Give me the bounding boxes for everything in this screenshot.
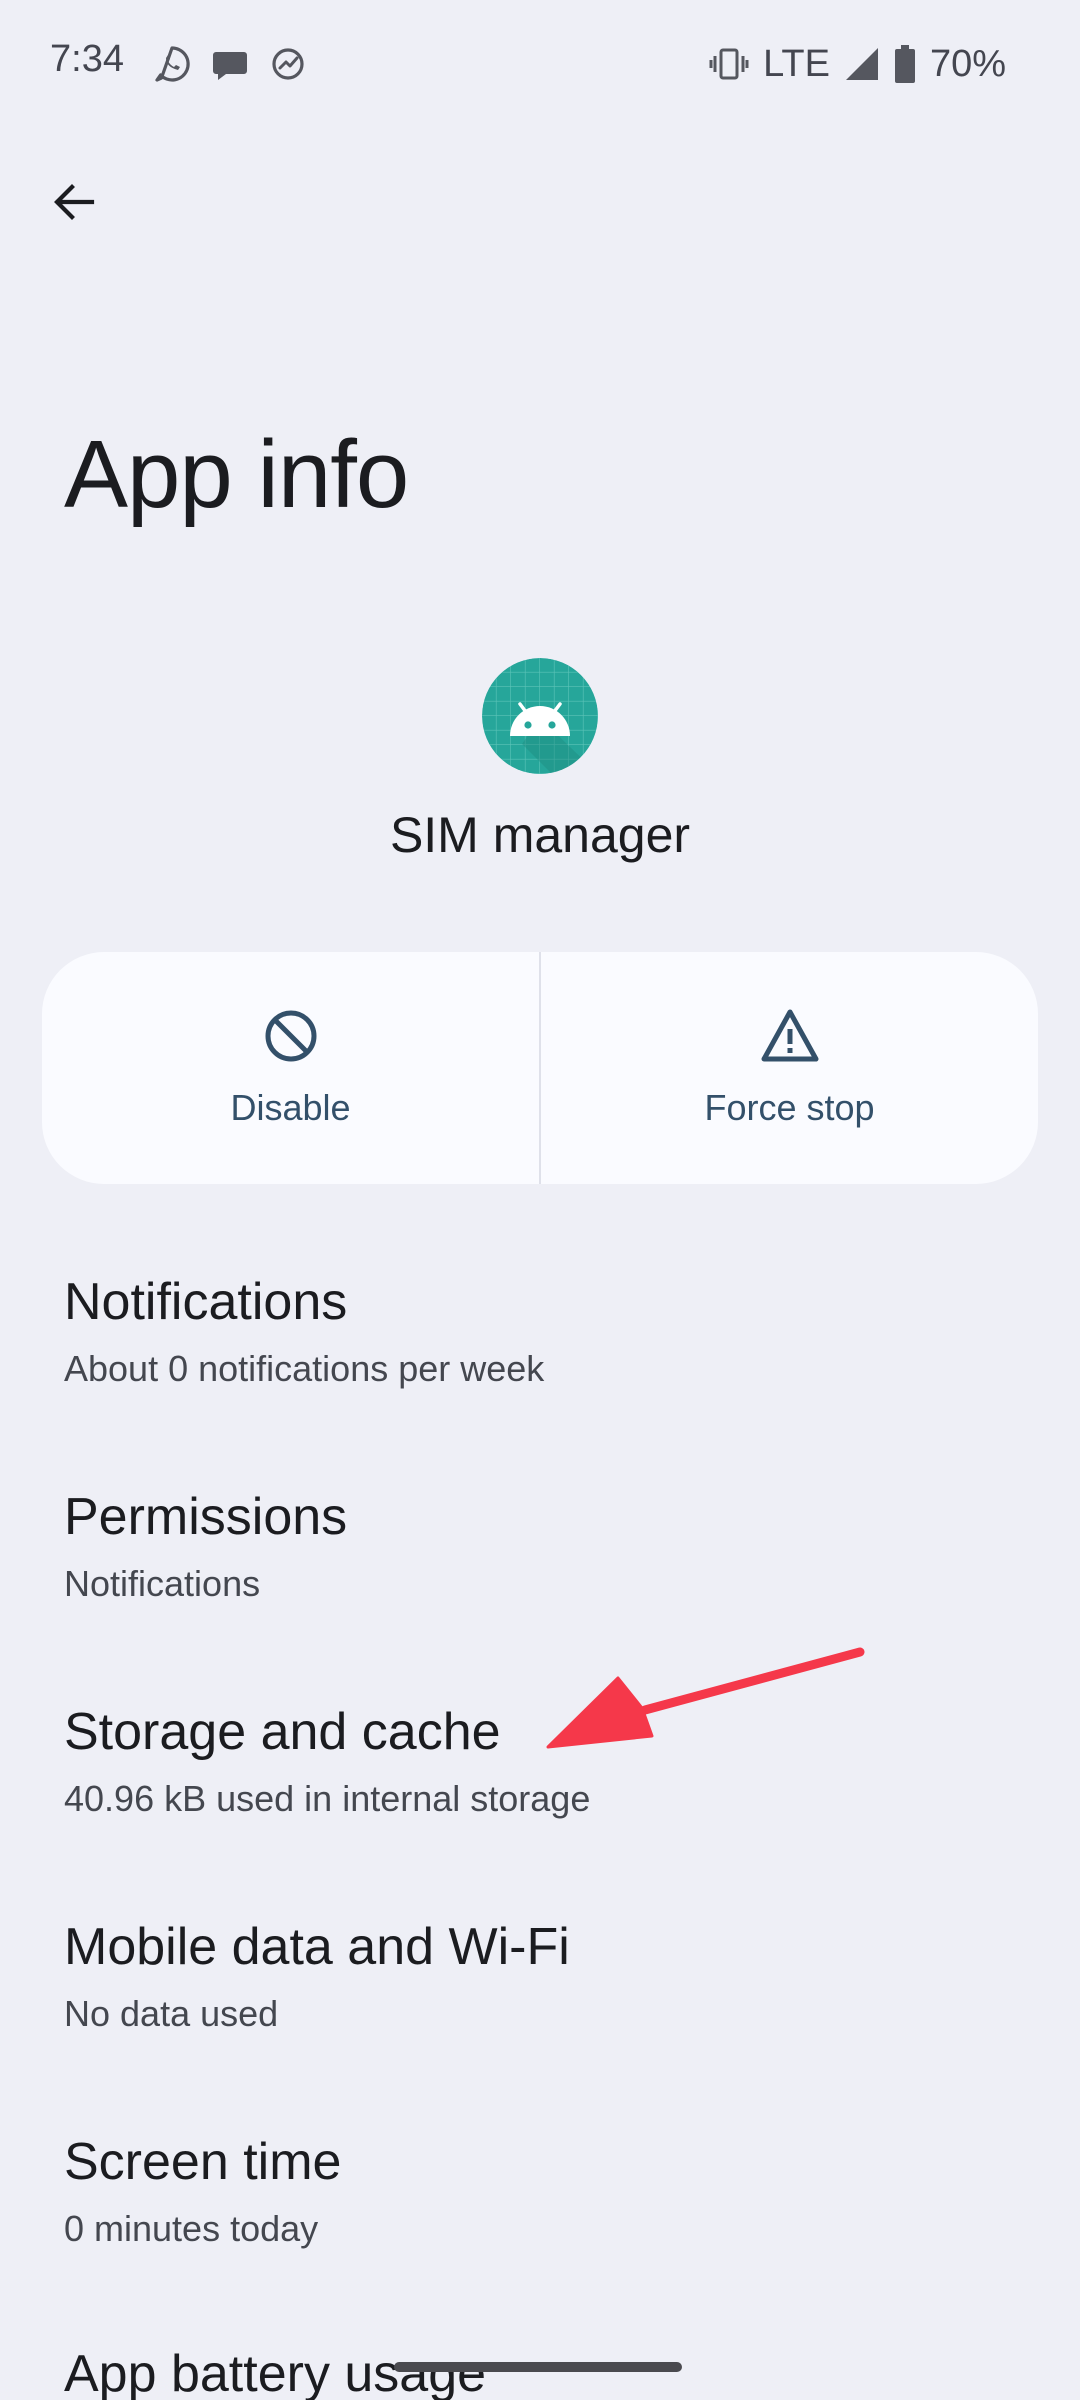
disable-button[interactable]: Disable — [42, 952, 539, 1184]
item-title: Notifications — [64, 1273, 348, 1331]
android-icon — [482, 658, 598, 774]
item-summary: 0 minutes today — [64, 2208, 319, 2249]
status-bar: 7:34 LTE 70% — [0, 0, 1080, 130]
vibrate-icon — [709, 48, 749, 80]
app-icon — [482, 658, 598, 774]
app-name: SIM manager — [389, 807, 691, 863]
item-summary: About 0 notifications per week — [64, 1348, 545, 1389]
disable-icon — [265, 1010, 316, 1062]
action-buttons-card: Disable Force stop — [42, 952, 1038, 1184]
force-stop-label: Force stop — [704, 1087, 875, 1128]
warning-icon — [761, 1009, 818, 1062]
signal-icon — [845, 48, 878, 80]
annotation-arrow — [546, 1647, 865, 1749]
settings-item-mobile-data[interactable]: Mobile data and Wi-Fi No data used — [0, 1903, 1080, 2117]
item-summary: No data used — [64, 1993, 279, 2034]
status-right: LTE 70% — [709, 38, 1006, 90]
item-summary: Notifications — [64, 1563, 261, 1604]
messages-icon — [213, 52, 247, 80]
settings-item-notifications[interactable]: Notifications About 0 notifications per … — [0, 1258, 1080, 1472]
item-title: Permissions — [64, 1488, 348, 1546]
speedometer-icon — [272, 48, 304, 80]
network-type: LTE — [763, 42, 830, 85]
battery-icon — [894, 45, 915, 83]
item-title: Storage and cache — [64, 1703, 501, 1761]
nav-gesture-handle[interactable] — [394, 2362, 682, 2372]
battery-level: 70% — [929, 42, 1006, 85]
settings-item-screen-time[interactable]: Screen time 0 minutes today — [0, 2118, 1080, 2332]
back-button[interactable] — [36, 164, 112, 240]
item-title: App battery usage — [64, 2345, 487, 2400]
item-title: Screen time — [64, 2133, 342, 2191]
arrow-back-icon — [54, 184, 95, 220]
disable-label: Disable — [230, 1087, 351, 1128]
item-title: Mobile data and Wi-Fi — [64, 1918, 570, 1976]
status-time: 7:34 — [50, 38, 124, 80]
page-title: App info — [64, 421, 409, 528]
whatsapp-icon — [155, 46, 190, 82]
item-summary: 40.96 kB used in internal storage — [64, 1778, 591, 1819]
force-stop-button[interactable]: Force stop — [541, 952, 1038, 1184]
